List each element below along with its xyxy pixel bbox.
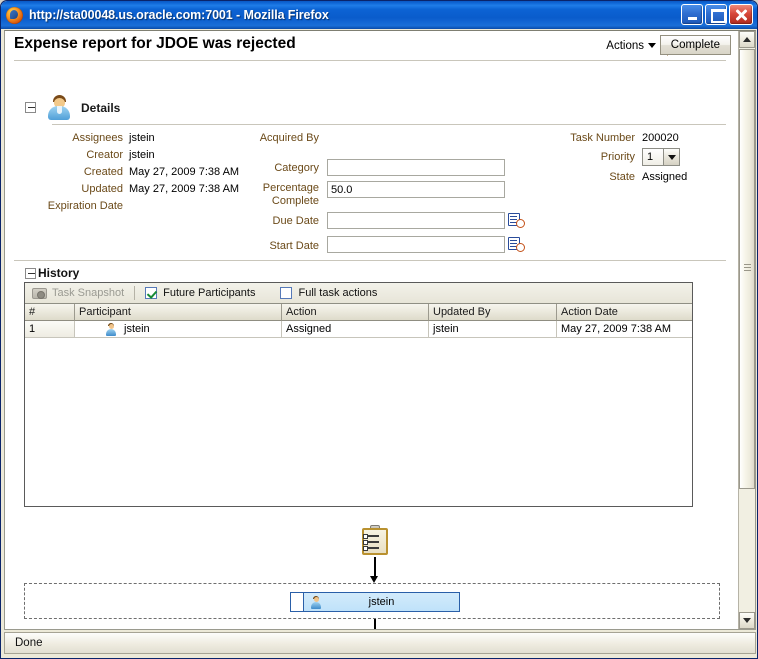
cell-participant-name: jstein [124,323,150,335]
node-handle[interactable] [291,593,304,611]
details-bottom-rule [14,260,726,261]
details-rule [52,124,726,125]
workflow-participant-node[interactable]: jstein [290,592,460,612]
details-section-title: Details [81,100,121,115]
table-header-row: # Participant Action Updated By Action D… [25,304,692,321]
scrollbar-grip-icon [744,264,751,274]
toolbar-divider [134,286,136,300]
start-date-label: Start Date [269,240,319,252]
priority-select[interactable]: 1 [642,148,680,166]
history-table: # Participant Action Updated By Action D… [25,304,692,338]
user-avatar-icon [46,95,72,120]
task-details-page: Expense report for JDOE was rejected Act… [5,31,740,629]
task-snapshot-button[interactable]: Task Snapshot [32,287,124,299]
column-header-index[interactable]: # [25,304,75,321]
created-value: May 27, 2009 7:38 AM [129,166,240,178]
chevron-down-icon [663,149,679,165]
close-button[interactable] [729,4,753,25]
window-title: http://sta00048.us.oracle.com:7001 - Moz… [29,8,329,22]
details-section-header: Details [25,95,120,120]
cell-index: 1 [25,321,75,338]
window-titlebar: http://sta00048.us.oracle.com:7001 - Moz… [1,1,757,29]
workflow-start-clipboard-icon [362,525,388,555]
workflow-participant-label: jstein [368,596,395,608]
triangle-up-icon [743,37,751,42]
workflow-arrow-bottom [370,619,379,629]
actions-menu-button[interactable]: Actions [606,40,656,52]
header-rule [14,60,726,61]
priority-selected-value: 1 [647,151,654,163]
due-date-label: Due Date [272,215,319,227]
scroll-down-button[interactable] [739,612,755,629]
history-toolbar: Task Snapshot Future Participants Full t… [25,283,692,304]
column-header-action[interactable]: Action [282,304,429,321]
firefox-icon [6,6,23,24]
node-user-icon [310,595,322,609]
full-task-actions-label: Full task actions [298,287,378,299]
triangle-down-icon [743,618,751,623]
state-value: Assigned [642,171,688,183]
maximize-button[interactable] [705,4,727,25]
updated-value: May 27, 2009 7:38 AM [129,183,240,195]
window-controls [681,4,753,25]
browser-window: http://sta00048.us.oracle.com:7001 - Moz… [0,0,758,659]
future-participants-label: Future Participants [163,287,256,299]
task-number-label: Task Number [570,132,635,144]
details-collapse-toggle[interactable] [25,102,36,113]
column-header-action-date[interactable]: Action Date [557,304,692,321]
minimize-button[interactable] [681,4,703,25]
cell-updated-by: jstein [429,321,557,338]
history-collapse-toggle[interactable] [25,267,36,279]
scrollbar-thumb[interactable] [739,49,755,489]
start-date-calendar-icon[interactable] [508,236,525,252]
state-label: State [609,171,635,183]
status-text: Done [15,637,43,649]
assignees-value: jstein [129,132,155,144]
expiration-date-label: Expiration Date [47,200,123,212]
percentage-complete-label: Percentage Complete [262,182,319,207]
column-header-updated-by[interactable]: Updated By [429,304,557,321]
creator-value: jstein [129,149,155,161]
workflow-arrow-top [370,557,379,583]
camera-icon [32,287,47,299]
scroll-up-button[interactable] [739,31,755,48]
cell-participant: jstein [75,321,282,338]
full-task-actions-checkbox[interactable]: Full task actions [280,287,377,299]
page-title: Expense report for JDOE was rejected [14,35,296,52]
due-date-calendar-icon[interactable] [508,212,525,228]
creator-label: Creator [86,149,123,161]
checkbox-unchecked-icon [280,287,293,299]
task-snapshot-label: Task Snapshot [52,287,125,299]
due-date-input[interactable] [327,212,505,229]
page-scrollbar[interactable] [738,31,755,629]
priority-label: Priority [600,151,635,163]
created-label: Created [83,166,123,178]
cell-action: Assigned [282,321,429,338]
task-number-value: 200020 [642,132,679,144]
participant-avatar-icon [105,322,117,336]
history-section-title: History [38,266,80,280]
start-date-input[interactable] [327,236,505,253]
cell-action-date: May 27, 2009 7:38 AM [557,321,692,338]
assignees-label: Assignees [72,132,123,144]
actions-menu-label: Actions [606,40,644,52]
table-row[interactable]: 1 jstein Assigned jstein May 27, 2009 7:… [25,321,692,338]
complete-button[interactable]: Complete [659,35,731,55]
history-section-header: History [25,266,79,280]
column-header-participant[interactable]: Participant [75,304,282,321]
checkbox-checked-icon [145,287,158,299]
acquired-by-label: Acquired By [259,132,319,144]
chevron-down-icon [648,43,656,49]
future-participants-checkbox[interactable]: Future Participants [145,287,255,299]
page-header: Expense report for JDOE was rejected Act… [5,31,740,60]
status-bar: Done [4,632,756,654]
history-panel: Task Snapshot Future Participants Full t… [24,282,693,507]
browser-content: Expense report for JDOE was rejected Act… [4,30,756,630]
percentage-complete-input[interactable] [327,181,505,198]
updated-label: Updated [81,183,123,195]
category-input[interactable] [327,159,505,176]
category-label: Category [274,162,319,174]
